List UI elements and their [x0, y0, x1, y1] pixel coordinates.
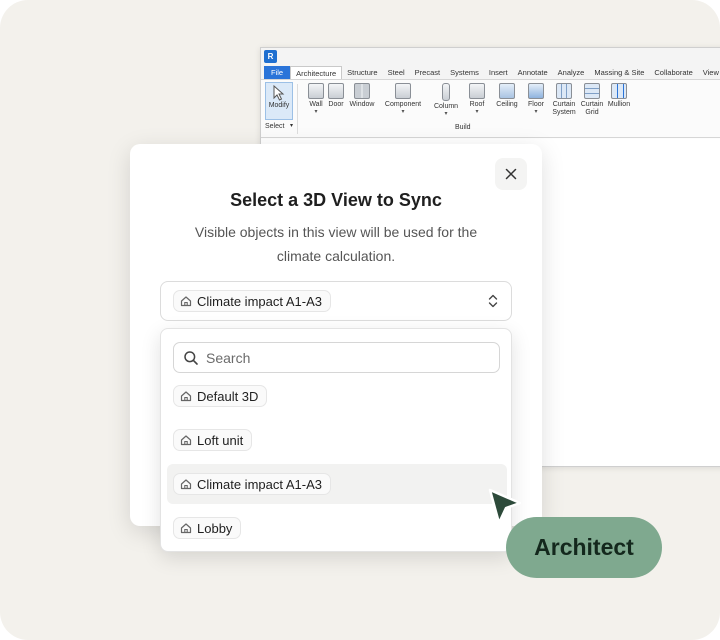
view-select[interactable]: Climate impact A1-A3: [160, 281, 512, 321]
tab-steel[interactable]: Steel: [383, 66, 410, 79]
component-chevron-down-icon: ▾: [401, 109, 405, 115]
dropdown-option-loft-unit[interactable]: Loft unit: [167, 420, 507, 460]
ribbon-panel: Modify Select ▾ Wall ▾ Door Window Compo…: [261, 80, 720, 138]
dropdown-option-default-3d[interactable]: Default 3D: [167, 376, 507, 416]
view-dropdown: Default 3D Loft unit Climate impact A1-A…: [160, 328, 512, 552]
house-icon: [180, 391, 192, 402]
tab-precast[interactable]: Precast: [410, 66, 445, 79]
window-tool-button[interactable]: Window: [345, 83, 379, 109]
dialog-title: Select a 3D View to Sync: [230, 190, 442, 210]
floor-chevron-down-icon: ▾: [534, 109, 538, 115]
dropdown-option-climate-impact[interactable]: Climate impact A1-A3: [167, 464, 507, 504]
selected-view-label: Climate impact A1-A3: [197, 293, 322, 309]
tab-file[interactable]: File: [264, 66, 291, 79]
chevron-up-down-icon: [488, 294, 498, 308]
revit-logo-icon[interactable]: R: [264, 50, 277, 63]
tab-structure[interactable]: Structure: [342, 66, 382, 79]
tab-analyze[interactable]: Analyze: [553, 66, 590, 79]
house-icon: [180, 523, 192, 534]
modify-tool-button[interactable]: Modify: [265, 82, 293, 120]
search-input[interactable]: [206, 347, 486, 369]
mullion-tool-button[interactable]: Mullion: [603, 83, 635, 109]
cursor-arrow-icon: [273, 85, 285, 101]
door-icon: [328, 83, 344, 99]
architect-badge: Architect: [506, 517, 662, 578]
column-chevron-down-icon: ▾: [444, 111, 448, 117]
dropdown-option-lobby[interactable]: Lobby: [167, 508, 507, 548]
tab-collaborate[interactable]: Collaborate: [649, 66, 697, 79]
option-chip: Climate impact A1-A3: [173, 473, 331, 495]
ribbon-tab-bar: File Architecture Structure Steel Precas…: [261, 66, 720, 80]
option-chip: Default 3D: [173, 385, 268, 407]
column-label: Column: [433, 103, 459, 110]
ribbon-divider: [297, 84, 298, 134]
option-chip: Loft unit: [173, 429, 253, 451]
curtain-grid-icon: [584, 83, 600, 99]
roof-label: Roof: [469, 101, 485, 108]
column-icon: [442, 83, 450, 101]
curtain-system-label: Curtain System: [552, 101, 576, 116]
curtain-system-tool-button[interactable]: Curtain System: [549, 83, 579, 117]
floor-tool-button[interactable]: Floor ▾: [522, 83, 550, 115]
search-icon: [184, 351, 198, 365]
option-label: Climate impact A1-A3: [197, 476, 322, 492]
modify-label: Modify: [268, 102, 290, 109]
mullion-icon: [611, 83, 627, 99]
tab-massing-site[interactable]: Massing & Site: [589, 66, 649, 79]
option-label: Loft unit: [197, 432, 244, 448]
close-icon: [505, 168, 517, 180]
search-field[interactable]: [173, 342, 500, 373]
ceiling-icon: [499, 83, 515, 99]
tab-systems[interactable]: Systems: [445, 66, 484, 79]
floor-label: Floor: [528, 101, 544, 108]
component-tool-button[interactable]: Component ▾: [383, 83, 423, 115]
tab-view[interactable]: View: [698, 66, 720, 79]
option-label: Default 3D: [197, 388, 259, 404]
canvas-background: R File Architecture Structure Steel Prec…: [0, 0, 720, 640]
house-icon: [180, 296, 192, 307]
floor-icon: [528, 83, 544, 99]
window-label: Window: [349, 101, 375, 108]
build-panel-label: Build: [455, 124, 471, 131]
component-label: Component: [384, 101, 422, 108]
mullion-label: Mullion: [607, 101, 631, 108]
house-icon: [180, 435, 192, 446]
select-panel-label[interactable]: Select: [265, 123, 284, 130]
roof-tool-button[interactable]: Roof ▾: [464, 83, 490, 115]
house-icon: [180, 479, 192, 490]
close-button[interactable]: [495, 158, 527, 190]
curtain-system-icon: [556, 83, 572, 99]
dialog-description: Visible objects in this view will be use…: [194, 224, 478, 264]
window-icon: [354, 83, 370, 99]
ceiling-tool-button[interactable]: Ceiling: [492, 83, 522, 109]
column-tool-button[interactable]: Column ▾: [429, 83, 463, 117]
roof-icon: [469, 83, 485, 99]
option-chip: Lobby: [173, 517, 242, 539]
revit-title-bar: R: [261, 48, 720, 66]
ceiling-label: Ceiling: [496, 101, 518, 108]
pointer-cursor-icon: [488, 488, 522, 525]
tab-architecture[interactable]: Architecture: [290, 66, 343, 79]
select-chevron-down-icon[interactable]: ▾: [290, 122, 293, 129]
tab-insert[interactable]: Insert: [484, 66, 513, 79]
roof-chevron-down-icon: ▾: [475, 109, 479, 115]
tab-annotate[interactable]: Annotate: [513, 66, 553, 79]
wall-chevron-down-icon: ▾: [314, 109, 318, 115]
option-label: Lobby: [197, 520, 233, 536]
component-icon: [395, 83, 411, 99]
selected-view-chip: Climate impact A1-A3: [173, 290, 331, 312]
